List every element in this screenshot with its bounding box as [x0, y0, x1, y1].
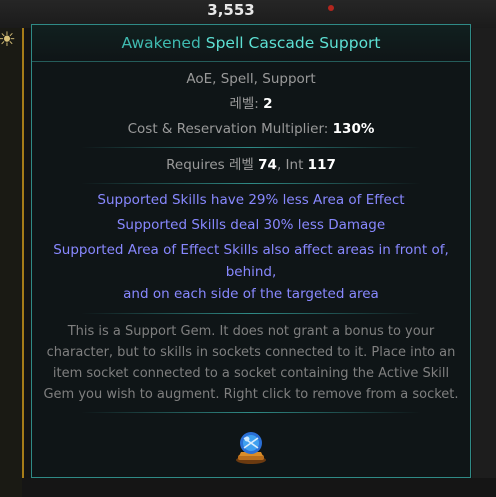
gem-tags: AoE, Spell, Support: [186, 71, 316, 87]
mod-line: Supported Skills deal 30% less Damage: [116, 217, 386, 233]
item-icon[interactable]: ☀: [0, 28, 18, 50]
level-value: 2: [263, 96, 273, 112]
gem-tooltip: Awakened Spell Cascade Support AoE, Spel…: [31, 24, 471, 478]
bottom-area: [22, 478, 496, 497]
description-line: Gem you wish to augment. Right click to …: [43, 387, 459, 402]
title-prefix: Awakened: [121, 34, 201, 52]
separator: [81, 412, 421, 413]
description-line: item socket connected to a socket contai…: [52, 366, 450, 381]
description-line: character, but to skills in sockets conn…: [46, 345, 456, 360]
requirements: Requires 레벨 74, Int 117: [166, 157, 336, 173]
req-int-value: 117: [307, 157, 336, 173]
requirements-section: Requires 레벨 74, Int 117: [32, 148, 470, 183]
right-panel: [472, 28, 496, 497]
req-int-label: Int: [285, 157, 304, 173]
background-count: 3,553: [207, 1, 255, 19]
mod-line: Supported Area of Effect Skills also aff…: [53, 242, 449, 258]
gem-description: This is a Support Gem. It does not grant…: [32, 314, 470, 405]
mod-line: Supported Skills have 29% less Area of E…: [97, 192, 405, 208]
cost-multiplier: Cost & Reservation Multiplier: 130%: [32, 117, 470, 142]
description-line: This is a Support Gem. It does not grant…: [67, 324, 435, 339]
title-name: Spell Cascade Support: [205, 34, 381, 52]
red-dot-icon: [328, 5, 334, 11]
level-label: 레벨:: [229, 96, 259, 112]
cost-label: Cost & Reservation Multiplier:: [127, 121, 329, 137]
cost-value: 130%: [332, 121, 375, 137]
mods-section: Supported Skills have 29% less Area of E…: [32, 184, 470, 313]
req-level-label: 레벨: [229, 157, 254, 173]
left-panel[interactable]: [0, 28, 24, 497]
support-gem-icon: [236, 432, 266, 464]
mod-line: behind,: [225, 264, 277, 280]
gem-level: 레벨: 2: [32, 92, 470, 117]
req-level-value: 74: [258, 157, 277, 173]
mod-line: and on each side of the targeted area: [123, 286, 379, 302]
requires-label: Requires: [166, 157, 225, 173]
tooltip-header: Awakened Spell Cascade Support: [32, 25, 470, 62]
properties-section: AoE, Spell, Support 레벨: 2 Cost & Reserva…: [32, 62, 470, 142]
